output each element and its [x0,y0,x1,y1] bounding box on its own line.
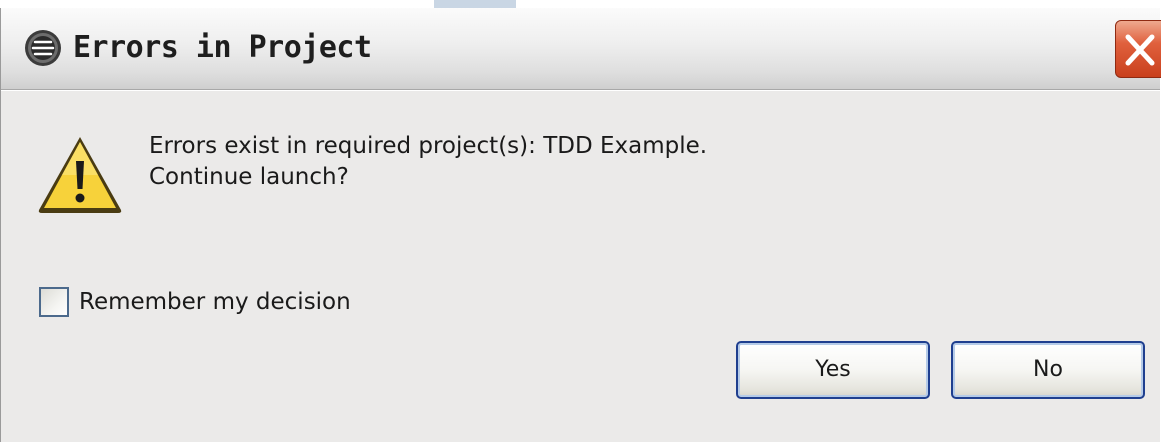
background-accent [434,0,516,8]
remember-decision-checkbox[interactable] [39,287,69,317]
title-bar[interactable]: Errors in Project [1,8,1161,90]
close-icon [1125,34,1155,66]
yes-button[interactable]: Yes [736,341,930,399]
background-strip [0,0,1161,8]
remember-decision-row[interactable]: Remember my decision [39,287,351,317]
window-title: Errors in Project [73,30,372,65]
errors-dialog: Errors in Project Errors exist in requir… [0,8,1161,442]
message-line-1: Errors exist in required project(s): TDD… [149,133,708,159]
dialog-body: Errors exist in required project(s): TDD… [1,90,1160,442]
message-text: Errors exist in required project(s): TDD… [149,131,707,193]
no-button[interactable]: No [951,341,1145,399]
eclipse-icon [23,28,63,68]
message-line-2: Continue launch? [149,164,349,190]
close-button[interactable] [1115,20,1161,78]
warning-icon [36,133,124,215]
remember-decision-label[interactable]: Remember my decision [79,289,351,315]
